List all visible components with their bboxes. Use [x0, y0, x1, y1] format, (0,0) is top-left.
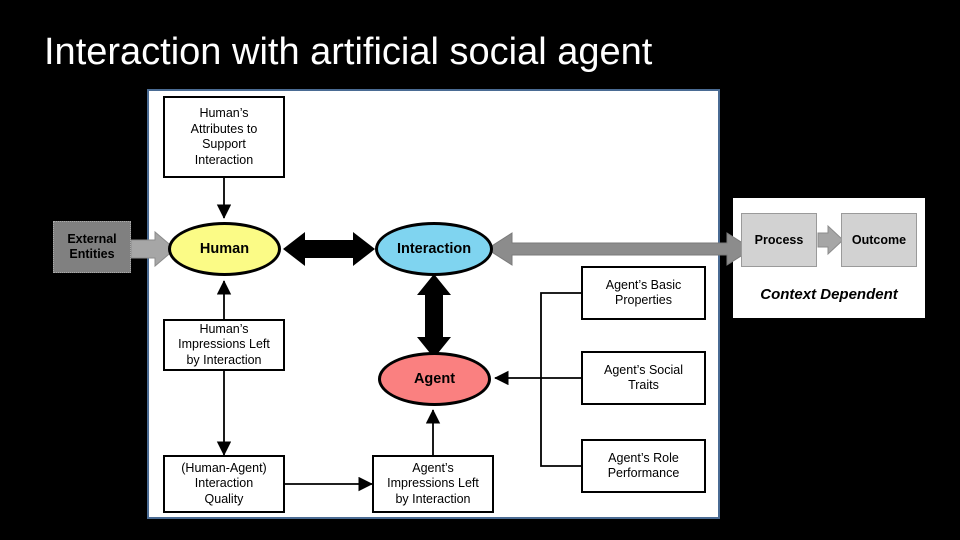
node-outcome[interactable]: Outcome [841, 213, 917, 267]
node-agent-role-performance[interactable]: Agent’s Role Performance [581, 439, 706, 493]
node-human-impressions[interactable]: Human’s Impressions Left by Interaction [163, 319, 285, 371]
page-title: Interaction with artificial social agent [44, 31, 653, 73]
node-agent-basic-properties[interactable]: Agent’s Basic Properties [581, 266, 706, 320]
node-agent[interactable]: Agent [378, 352, 491, 406]
node-agent-impressions[interactable]: Agent’s Impressions Left by Interaction [372, 455, 494, 513]
node-external-entities[interactable]: External Entities [53, 221, 131, 273]
node-human-attributes[interactable]: Human’s Attributes to Support Interactio… [163, 96, 285, 178]
context-dependent-label: Context Dependent [760, 286, 898, 303]
node-human[interactable]: Human [168, 222, 281, 276]
node-interaction-quality[interactable]: (Human-Agent) Interaction Quality [163, 455, 285, 513]
node-interaction[interactable]: Interaction [375, 222, 493, 276]
node-process[interactable]: Process [741, 213, 817, 267]
slide-canvas: Interaction with artificial social agent [0, 0, 960, 540]
node-agent-social-traits[interactable]: Agent’s Social Traits [581, 351, 706, 405]
